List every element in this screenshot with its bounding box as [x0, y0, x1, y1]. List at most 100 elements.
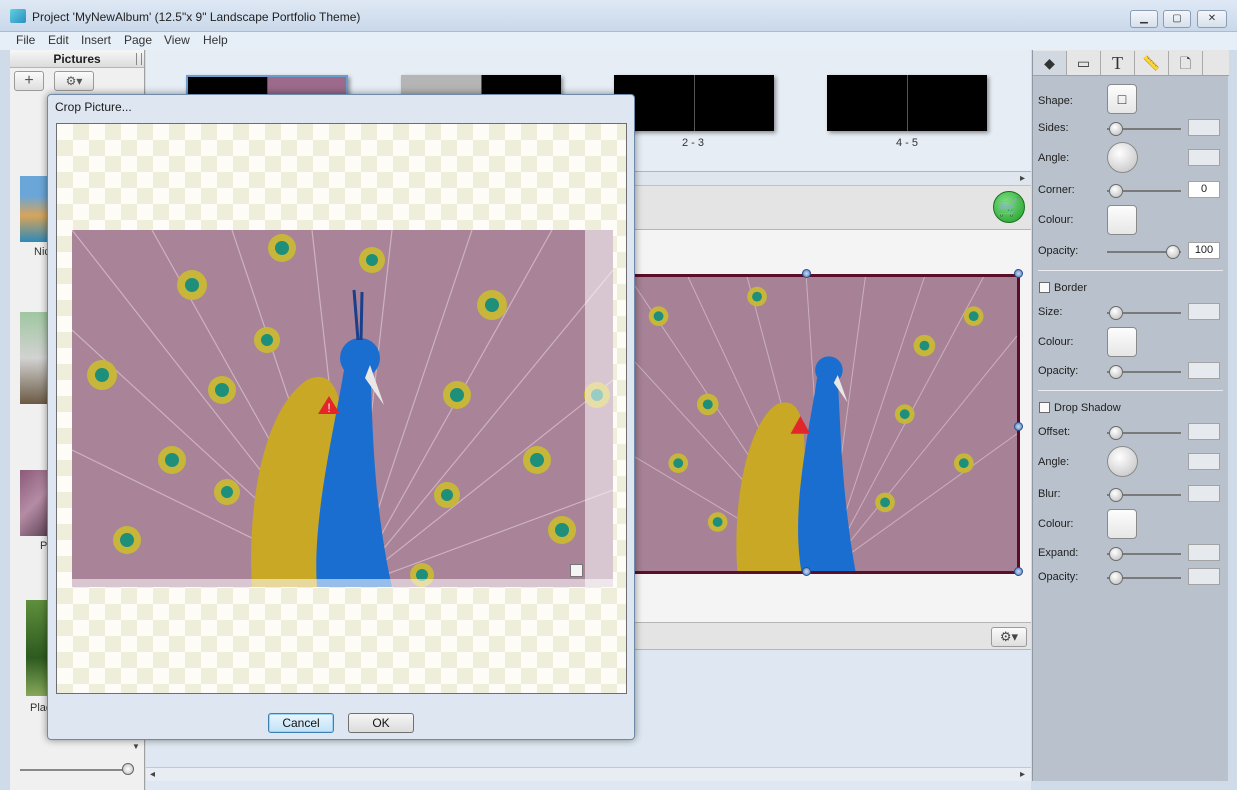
shadow-opacity-value[interactable]: [1188, 568, 1220, 585]
crop-resize-handle[interactable]: [570, 564, 583, 577]
sides-slider-knob[interactable]: [1109, 122, 1123, 136]
opacity-label: Opacity:: [1038, 245, 1079, 257]
resize-handle[interactable]: [1014, 422, 1023, 431]
menu-page[interactable]: Page: [124, 33, 152, 47]
close-button[interactable]: ✕: [1197, 10, 1227, 28]
frame-tab-icon[interactable]: ▭: [1067, 51, 1101, 75]
cart-icon[interactable]: 🛒: [993, 191, 1025, 223]
shadow-blur-label: Blur:: [1038, 488, 1061, 500]
pictures-gear-button[interactable]: ⚙▾: [54, 71, 94, 91]
ruler-tab-icon[interactable]: 📏: [1135, 51, 1169, 75]
shadow-offset-label: Offset:: [1038, 426, 1071, 438]
picture-thumbnail[interactable]: [20, 312, 50, 404]
spread-thumbnail[interactable]: [827, 75, 987, 131]
colour-swatch[interactable]: [1107, 205, 1137, 235]
shape-label: Shape:: [1038, 95, 1073, 107]
crop-canvas[interactable]: !: [56, 123, 627, 694]
cancel-button[interactable]: Cancel: [268, 713, 334, 733]
sides-value[interactable]: [1188, 119, 1220, 136]
page-tab-icon[interactable]: 🗋: [1169, 51, 1203, 75]
canvas-horizontal-scrollbar[interactable]: ◂ ▸: [146, 767, 1031, 781]
menu-file[interactable]: File: [16, 33, 35, 47]
corner-slider-knob[interactable]: [1109, 184, 1123, 198]
warning-icon: !: [327, 401, 330, 415]
menu-bar: File Edit Insert Page View Help: [0, 32, 1237, 50]
shadow-angle-label: Angle:: [1038, 456, 1070, 468]
crop-outside-mask: [585, 230, 613, 587]
shadow-expand-slider-knob[interactable]: [1109, 547, 1123, 561]
window-title: Project 'MyNewAlbum' (12.5"x 9" Landscap…: [32, 10, 361, 24]
properties-tabs: ◆ ▭ T 📏 🗋: [1033, 50, 1229, 76]
shadow-colour-swatch[interactable]: [1107, 509, 1137, 539]
border-colour-swatch[interactable]: [1107, 327, 1137, 357]
app-icon: [10, 9, 26, 23]
shadow-blur-slider-knob[interactable]: [1109, 488, 1123, 502]
opacity-slider-knob[interactable]: [1166, 245, 1180, 259]
border-checkbox[interactable]: [1039, 282, 1050, 293]
border-colour-label: Colour:: [1038, 336, 1074, 348]
drop-shadow-checkbox[interactable]: [1039, 402, 1050, 413]
title-bar: Project 'MyNewAlbum' (12.5"x 9" Landscap…: [0, 0, 1237, 32]
shadow-offset-slider-knob[interactable]: [1109, 426, 1123, 440]
crop-picture-dialog: Crop Picture... ! Cancel OK: [47, 94, 635, 740]
border-opacity-value[interactable]: [1188, 362, 1220, 379]
drop-shadow-section-title: Drop Shadow: [1054, 402, 1121, 414]
menu-help[interactable]: Help: [203, 33, 228, 47]
add-picture-button[interactable]: +: [14, 71, 44, 91]
crop-selection[interactable]: !: [72, 230, 613, 587]
spread-label: 2 - 3: [682, 137, 705, 149]
angle-label: Angle:: [1038, 152, 1070, 164]
ok-button[interactable]: OK: [348, 713, 414, 733]
angle-value[interactable]: [1188, 149, 1220, 166]
dialog-title: Crop Picture...: [55, 100, 132, 114]
corner-value[interactable]: 0: [1188, 181, 1220, 198]
spread-label: 4 - 5: [896, 137, 919, 149]
scroll-down-arrow[interactable]: ▼: [132, 742, 140, 751]
pictures-panel-title: Pictures: [10, 50, 144, 68]
scroll-right-arrow[interactable]: ▸: [1020, 173, 1025, 184]
menu-view[interactable]: View: [164, 33, 190, 47]
shadow-expand-value[interactable]: [1188, 544, 1220, 561]
shape-picker[interactable]: □: [1107, 84, 1137, 114]
border-size-slider-knob[interactable]: [1109, 306, 1123, 320]
text-tab-icon[interactable]: T: [1101, 51, 1135, 75]
menu-edit[interactable]: Edit: [48, 33, 69, 47]
page-photo-frame[interactable]: [626, 274, 1020, 574]
border-section-title: Border: [1054, 282, 1088, 294]
corner-label: Corner:: [1038, 184, 1075, 196]
scroll-right-arrow[interactable]: ▸: [1020, 769, 1025, 780]
border-size-value[interactable]: [1188, 303, 1220, 320]
border-opacity-label: Opacity:: [1038, 365, 1079, 377]
picture-thumbnail[interactable]: [20, 176, 50, 242]
divider: [1038, 270, 1223, 271]
panel-grip[interactable]: [136, 53, 142, 65]
peacock-photo: [629, 277, 1017, 571]
shadow-blur-value[interactable]: [1188, 485, 1220, 502]
canvas-gear-button[interactable]: ⚙▾: [991, 627, 1027, 647]
properties-panel: ◆ ▭ T 📏 🗋 Shape: □ Sides: Angle: Corner:…: [1032, 50, 1229, 781]
resize-handle[interactable]: [1014, 269, 1023, 278]
shadow-colour-label: Colour:: [1038, 518, 1074, 530]
shapes-tab-icon[interactable]: ◆: [1033, 51, 1067, 75]
border-opacity-slider-knob[interactable]: [1109, 365, 1123, 379]
resize-handle[interactable]: [802, 269, 811, 278]
shadow-offset-value[interactable]: [1188, 423, 1220, 440]
menu-insert[interactable]: Insert: [81, 33, 111, 47]
scroll-left-arrow[interactable]: ◂: [150, 769, 155, 780]
resize-handle[interactable]: [802, 567, 811, 576]
shadow-angle-dial[interactable]: [1107, 446, 1138, 477]
sides-label: Sides:: [1038, 122, 1069, 134]
shadow-opacity-slider-knob[interactable]: [1109, 571, 1123, 585]
maximize-button[interactable]: ▢: [1163, 10, 1191, 28]
angle-dial[interactable]: [1107, 142, 1138, 173]
border-size-label: Size:: [1038, 306, 1063, 318]
thumbnail-size-slider[interactable]: [20, 769, 130, 771]
spread-thumbnail[interactable]: [614, 75, 774, 131]
crop-peacock-photo: !: [72, 230, 613, 587]
shadow-angle-value[interactable]: [1188, 453, 1220, 470]
opacity-value[interactable]: 100: [1188, 242, 1220, 259]
resize-handle[interactable]: [1014, 567, 1023, 576]
thumbnail-size-slider-knob[interactable]: [122, 763, 134, 775]
picture-thumbnail[interactable]: [20, 470, 50, 536]
minimize-button[interactable]: ▁: [1130, 10, 1158, 28]
